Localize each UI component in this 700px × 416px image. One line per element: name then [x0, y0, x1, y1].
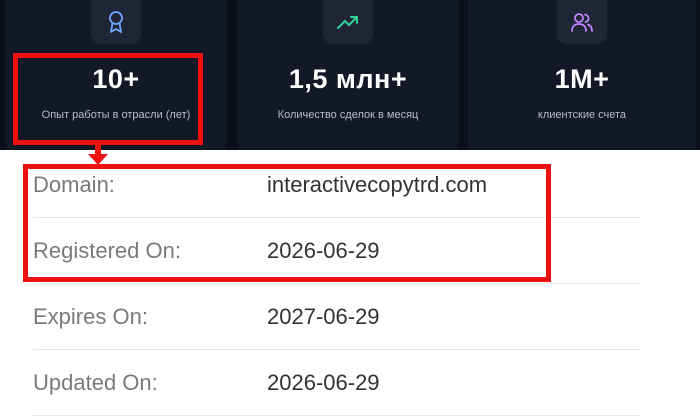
whois-value: 2026-06-29	[267, 238, 380, 263]
whois-row-domain: Domain: interactivecopytrd.com	[33, 152, 641, 218]
stat-value: 1M+	[554, 64, 610, 94]
stat-card-experience: 10+ Опыт работы в отрасли (лет)	[6, 0, 226, 150]
stat-value: 10+	[92, 64, 140, 94]
stats-band: 10+ Опыт работы в отрасли (лет) 1,5 млн+…	[0, 0, 700, 150]
stat-card-accounts: 1M+ клиентские счета	[468, 0, 696, 150]
whois-key: Domain:	[33, 172, 115, 197]
stat-label: клиентские счета	[537, 109, 627, 121]
whois-table: Domain: interactivecopytrd.com Registere…	[33, 152, 641, 416]
trending-up-icon	[323, 0, 373, 44]
whois-row-registered: Registered On: 2026-06-29	[33, 218, 641, 284]
users-icon	[557, 0, 607, 44]
stat-card-trades: 1,5 млн+ Количество сделок в месяц	[238, 0, 458, 150]
whois-value: 2026-06-29	[267, 370, 380, 395]
stat-value: 1,5 млн+	[288, 64, 408, 94]
award-icon	[91, 0, 141, 44]
whois-value: 2027-06-29	[267, 304, 380, 329]
whois-key: Updated On:	[33, 370, 158, 395]
stat-label: Опыт работы в отрасли (лет)	[41, 109, 191, 121]
annotation-arrow-head	[88, 154, 108, 165]
whois-key: Registered On:	[33, 238, 181, 263]
whois-key: Expires On:	[33, 304, 148, 329]
whois-row-updated: Updated On: 2026-06-29	[33, 350, 641, 416]
stat-label: Количество сделок в месяц	[277, 109, 419, 121]
whois-row-expires: Expires On: 2027-06-29	[33, 284, 641, 350]
whois-value: interactivecopytrd.com	[267, 172, 488, 197]
